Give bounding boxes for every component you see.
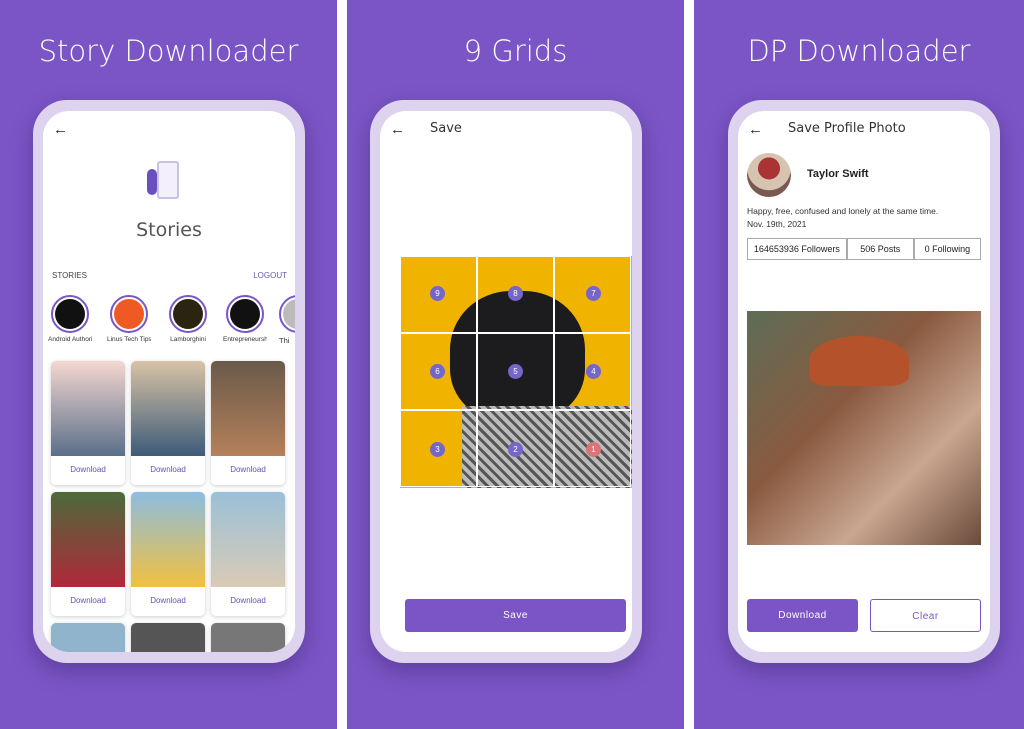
download-button[interactable]: Download xyxy=(131,465,205,474)
grid-number[interactable]: 8 xyxy=(508,286,523,301)
panel-title: 9 Grids xyxy=(463,34,568,68)
panel-9-grids: 9 Grids ← Save 9 8 7 6 5 4 3 2 1 Save xyxy=(347,0,684,729)
back-arrow-icon[interactable]: ← xyxy=(390,121,405,138)
panel-story-downloader: Story Downloader ← Stories STORIES LOGOU… xyxy=(0,0,337,729)
logout-button[interactable]: LOGOUT xyxy=(253,271,287,280)
story-photo xyxy=(131,492,205,587)
clear-button[interactable]: Clear xyxy=(870,599,981,632)
story-avatar xyxy=(173,299,203,329)
panel-dp-downloader: DP Downloader ← Save Profile Photo Taylo… xyxy=(694,0,1024,729)
save-button[interactable]: Save xyxy=(405,599,626,632)
story-photo xyxy=(211,361,285,456)
screen-header: Save Profile Photo xyxy=(788,121,906,136)
story-name: Thi xyxy=(279,336,290,345)
story-card xyxy=(211,623,285,652)
story-photo xyxy=(211,492,285,587)
profile-bio: Happy, free, confused and lonely at the … xyxy=(747,206,939,216)
story-card: Download xyxy=(211,361,285,485)
story-avatar xyxy=(114,299,144,329)
phone-screen: ← Save 9 8 7 6 5 4 3 2 1 Save xyxy=(380,111,632,652)
story-card: Download xyxy=(131,492,205,616)
story-item[interactable]: Thi xyxy=(279,295,295,345)
posts-count: 506 Posts xyxy=(846,238,914,260)
story-card: Download xyxy=(51,361,125,485)
phone-screen: ← Stories STORIES LOGOUT Android Authori… xyxy=(43,111,295,652)
download-button[interactable]: Download xyxy=(51,596,125,605)
following-count: 0 Following xyxy=(913,238,981,260)
story-card: Download xyxy=(131,361,205,485)
phone-frame: ← Save Profile Photo Taylor Swift Happy,… xyxy=(728,100,1000,663)
story-photo xyxy=(131,361,205,456)
back-arrow-icon[interactable]: ← xyxy=(748,121,763,138)
grid-number[interactable]: 5 xyxy=(508,364,523,379)
grid-number[interactable]: 3 xyxy=(430,442,445,457)
download-button[interactable]: Download xyxy=(131,596,205,605)
grid-image: 9 8 7 6 5 4 3 2 1 xyxy=(400,256,632,488)
page-heading: Stories xyxy=(136,219,202,241)
story-name: Linus Tech Tips xyxy=(107,336,151,343)
story-card xyxy=(131,623,205,652)
profile-stats: 164653936 Followers 506 Posts 0 Followin… xyxy=(747,238,981,260)
download-button[interactable]: Download xyxy=(747,599,858,632)
download-button[interactable]: Download xyxy=(211,596,285,605)
story-item[interactable]: Linus Tech Tips xyxy=(107,295,151,343)
story-item[interactable]: Lamborghini xyxy=(166,295,210,343)
story-name: Lamborghini xyxy=(170,336,206,343)
story-item[interactable]: Entrepreneurshi... xyxy=(223,295,267,343)
story-name: Entrepreneurshi... xyxy=(223,336,267,343)
back-arrow-icon[interactable]: ← xyxy=(53,121,68,138)
panel-title: Story Downloader xyxy=(38,34,299,68)
story-photo xyxy=(51,361,125,456)
panel-title: DP Downloader xyxy=(747,34,971,68)
hat-shape xyxy=(809,336,909,386)
phone-frame: ← Stories STORIES LOGOUT Android Authori… xyxy=(33,100,305,663)
grid-number[interactable]: 9 xyxy=(430,286,445,301)
story-name: Android Authori... xyxy=(48,336,92,343)
story-avatar xyxy=(230,299,260,329)
story-card: Download xyxy=(51,492,125,616)
phone-frame: ← Save 9 8 7 6 5 4 3 2 1 Save xyxy=(370,100,642,663)
grid-number[interactable]: 2 xyxy=(508,442,523,457)
download-button[interactable]: Download xyxy=(51,465,125,474)
profile-photo xyxy=(747,311,981,545)
story-card xyxy=(51,623,125,652)
story-avatar xyxy=(55,299,85,329)
profile-avatar xyxy=(747,153,791,197)
story-avatar xyxy=(283,299,295,329)
followers-count: 164653936 Followers xyxy=(747,238,847,260)
story-photo xyxy=(51,492,125,587)
phone-screen: ← Save Profile Photo Taylor Swift Happy,… xyxy=(738,111,990,652)
stories-illustration-icon xyxy=(143,161,189,207)
story-card: Download xyxy=(211,492,285,616)
story-item[interactable]: Android Authori... xyxy=(48,295,92,343)
screen-header: Save xyxy=(430,121,462,136)
profile-name: Taylor Swift xyxy=(807,168,869,180)
profile-date: Nov. 19th, 2021 xyxy=(747,219,807,229)
grid-number[interactable]: 7 xyxy=(586,286,601,301)
grid-number[interactable]: 1 xyxy=(586,442,601,457)
grid-number[interactable]: 4 xyxy=(586,364,601,379)
grid-number[interactable]: 6 xyxy=(430,364,445,379)
stories-section-label: STORIES xyxy=(52,271,87,280)
download-button[interactable]: Download xyxy=(211,465,285,474)
